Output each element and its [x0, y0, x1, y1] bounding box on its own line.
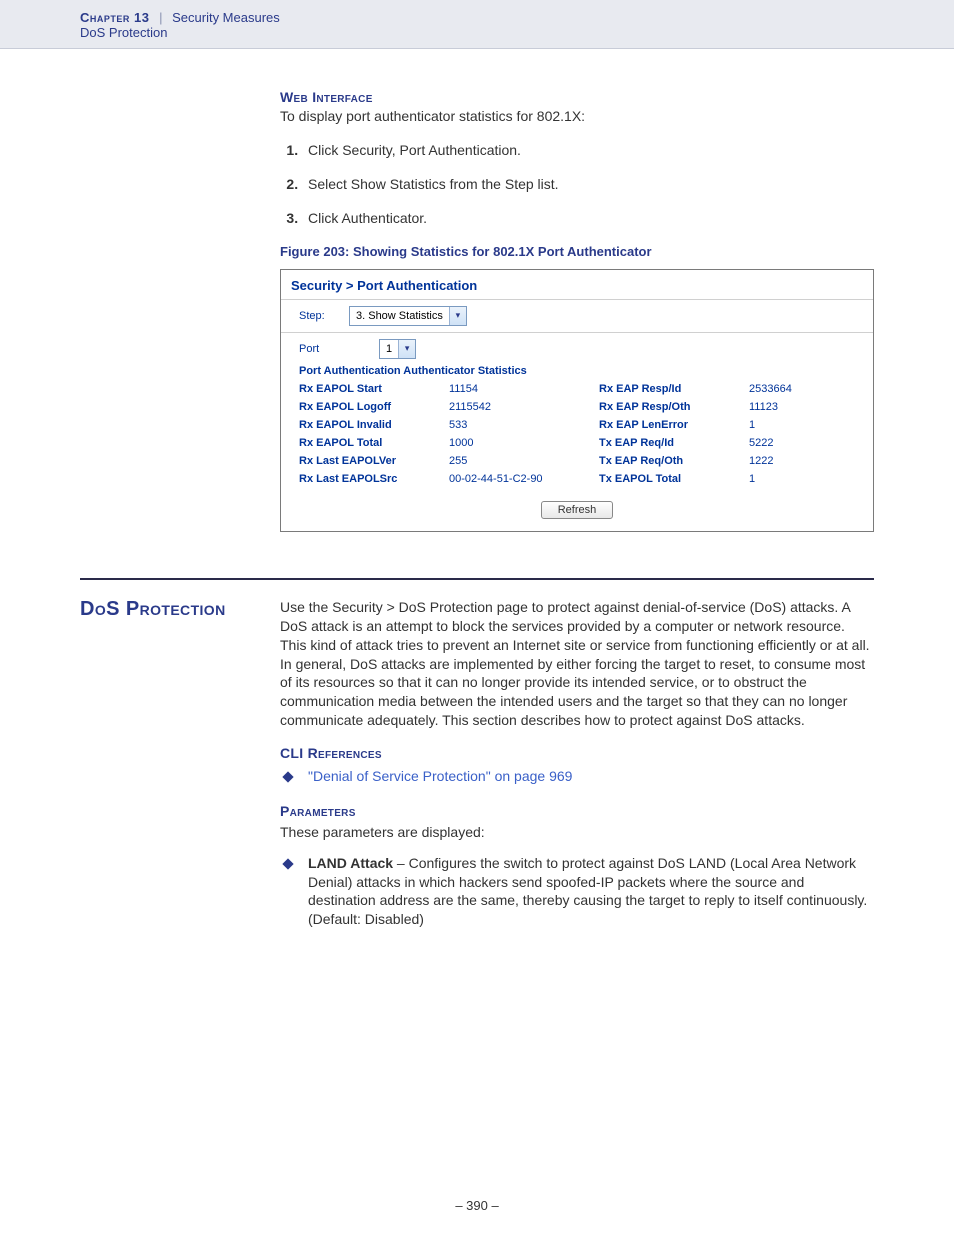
dos-protection-section: DoS Protection Use the Security > DoS Pr… — [80, 578, 874, 929]
steps-list: Click Security, Port Authentication. Sel… — [280, 142, 874, 226]
stat-value: 2115542 — [449, 401, 599, 413]
parameters-heading: Parameters — [280, 802, 874, 821]
stat-key: Rx Last EAPOLVer — [299, 455, 449, 467]
cli-references-heading: CLI References — [280, 744, 874, 763]
figure-caption: Figure 203: Showing Statistics for 802.1… — [280, 244, 874, 259]
stat-key: Tx EAPOL Total — [599, 473, 749, 485]
stat-key: Rx EAP Resp/Id — [599, 383, 749, 395]
diamond-bullet-icon — [282, 771, 293, 782]
stat-key: Rx EAP LenError — [599, 419, 749, 431]
parameters-intro: These parameters are displayed: — [280, 823, 874, 842]
stat-value: 255 — [449, 455, 599, 467]
port-select[interactable]: 1 ▾ — [379, 339, 416, 359]
breadcrumb: Security > Port Authentication — [281, 270, 873, 300]
stat-key: Rx EAPOL Logoff — [299, 401, 449, 413]
chapter-line: Chapter 13 | Security Measures — [80, 10, 954, 25]
figure-screenshot: Security > Port Authentication Step: 3. … — [280, 269, 874, 532]
stat-key: Tx EAP Req/Id — [599, 437, 749, 449]
stat-value: 1 — [749, 419, 849, 431]
stats-grid: Rx EAPOL Start 11154 Rx EAP Resp/Id 2533… — [281, 379, 873, 495]
cli-reference-link[interactable]: "Denial of Service Protection" on page 9… — [308, 768, 572, 784]
stat-value: 00-02-44-51-C2-90 — [449, 473, 599, 485]
web-interface-intro: To display port authenticator statistics… — [280, 107, 874, 126]
web-interface-heading: Web Interface — [280, 89, 874, 105]
step-select[interactable]: 3. Show Statistics ▾ — [349, 306, 467, 326]
step-item: Click Authenticator. — [302, 210, 874, 226]
port-select-value: 1 — [380, 343, 398, 355]
dos-body: Use the Security > DoS Protection page t… — [280, 598, 874, 730]
diamond-bullet-icon — [282, 858, 293, 869]
chevron-down-icon: ▾ — [449, 307, 466, 325]
chapter-subsection: DoS Protection — [80, 25, 954, 40]
chapter-title: Security Measures — [172, 10, 280, 25]
step-item: Click Security, Port Authentication. — [302, 142, 874, 158]
stat-key: Rx EAPOL Start — [299, 383, 449, 395]
page-number: – 390 – — [0, 1198, 954, 1213]
port-label: Port — [299, 343, 379, 355]
stat-key: Rx EAPOL Total — [299, 437, 449, 449]
stat-key: Tx EAP Req/Oth — [599, 455, 749, 467]
step-row: Step: 3. Show Statistics ▾ — [281, 300, 873, 333]
stat-value: 1000 — [449, 437, 599, 449]
stat-value: 11123 — [749, 401, 849, 413]
stat-key: Rx Last EAPOLSrc — [299, 473, 449, 485]
stat-key: Rx EAP Resp/Oth — [599, 401, 749, 413]
chevron-down-icon: ▾ — [398, 340, 415, 358]
step-item: Select Show Statistics from the Step lis… — [302, 176, 874, 192]
stat-key: Rx EAPOL Invalid — [299, 419, 449, 431]
list-item: "Denial of Service Protection" on page 9… — [280, 767, 874, 786]
stat-value: 2533664 — [749, 383, 849, 395]
stat-value: 11154 — [449, 383, 599, 395]
param-name: LAND Attack — [308, 855, 393, 871]
port-row: Port 1 ▾ — [281, 333, 873, 361]
step-select-value: 3. Show Statistics — [350, 310, 449, 322]
chapter-number: Chapter 13 — [80, 10, 149, 25]
divider-bar: | — [153, 10, 168, 25]
stats-heading: Port Authentication Authenticator Statis… — [281, 361, 873, 379]
refresh-row: Refresh — [281, 495, 873, 531]
refresh-button[interactable]: Refresh — [541, 501, 614, 519]
stat-value: 1222 — [749, 455, 849, 467]
stat-value: 1 — [749, 473, 849, 485]
cli-references-list: "Denial of Service Protection" on page 9… — [280, 767, 874, 786]
stat-value: 533 — [449, 419, 599, 431]
page-header: Chapter 13 | Security Measures DoS Prote… — [0, 0, 954, 49]
step-label: Step: — [299, 310, 349, 322]
stat-value: 5222 — [749, 437, 849, 449]
section-title: DoS Protection — [80, 598, 226, 621]
list-item: LAND Attack – Configures the switch to p… — [280, 854, 874, 930]
parameters-list: LAND Attack – Configures the switch to p… — [280, 854, 874, 930]
